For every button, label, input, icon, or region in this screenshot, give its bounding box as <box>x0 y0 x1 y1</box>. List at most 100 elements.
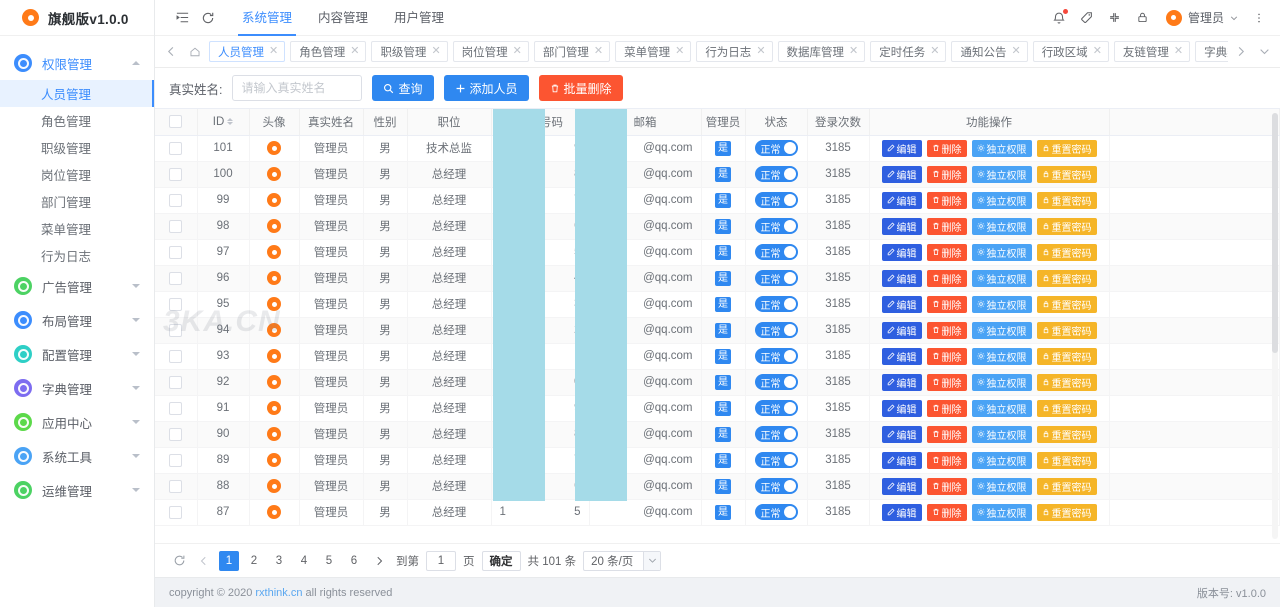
tab-人员管理[interactable]: 人员管理✕ <box>209 41 285 62</box>
op-编辑-button[interactable]: 编辑 <box>882 140 922 157</box>
tab-角色管理[interactable]: 角色管理✕ <box>290 41 366 62</box>
op-重置密码-button[interactable]: 重置密码 <box>1037 322 1097 339</box>
tab-dropdown-icon[interactable] <box>1252 36 1276 68</box>
op-独立权限-button[interactable]: 独立权限 <box>972 452 1032 469</box>
notifications-icon[interactable] <box>1046 5 1072 31</box>
status-toggle[interactable]: 正常 <box>755 296 798 312</box>
op-独立权限-button[interactable]: 独立权限 <box>972 504 1032 521</box>
app-logo[interactable]: 旗舰版v1.0.0 <box>0 0 154 36</box>
row-checkbox-cell[interactable] <box>155 369 197 395</box>
op-删除-button[interactable]: 删除 <box>927 140 967 157</box>
tab-定时任务[interactable]: 定时任务✕ <box>870 41 946 62</box>
batch-delete-button[interactable]: 批量删除 <box>539 75 623 101</box>
op-删除-button[interactable]: 删除 <box>927 322 967 339</box>
lock-icon[interactable] <box>1130 5 1156 31</box>
row-checkbox[interactable] <box>169 194 182 207</box>
op-编辑-button[interactable]: 编辑 <box>882 348 922 365</box>
sidebar-item-岗位管理[interactable]: 岗位管理 <box>0 161 154 188</box>
home-icon[interactable] <box>183 36 207 68</box>
op-重置密码-button[interactable]: 重置密码 <box>1037 478 1097 495</box>
tab-岗位管理[interactable]: 岗位管理✕ <box>453 41 529 62</box>
cell-status[interactable]: 正常 <box>745 395 807 421</box>
sidebar-group-运维管理[interactable]: 运维管理 <box>0 473 154 507</box>
cell-status[interactable]: 正常 <box>745 473 807 499</box>
tab-close-icon[interactable]: ✕ <box>513 46 522 57</box>
fullscreen-icon[interactable] <box>1102 5 1128 31</box>
chevron-down-icon[interactable] <box>643 552 660 570</box>
op-删除-button[interactable]: 删除 <box>927 374 967 391</box>
op-重置密码-button[interactable]: 重置密码 <box>1037 270 1097 287</box>
status-toggle[interactable]: 正常 <box>755 426 798 442</box>
op-删除-button[interactable]: 删除 <box>927 270 967 287</box>
op-编辑-button[interactable]: 编辑 <box>882 478 922 495</box>
sidebar-group-系统工具[interactable]: 系统工具 <box>0 439 154 473</box>
row-checkbox[interactable] <box>169 454 182 467</box>
tab-close-icon[interactable]: ✕ <box>1174 46 1183 57</box>
tab-close-icon[interactable]: ✕ <box>849 46 858 57</box>
op-独立权限-button[interactable]: 独立权限 <box>972 166 1032 183</box>
op-删除-button[interactable]: 删除 <box>927 504 967 521</box>
sidebar-group-字典管理[interactable]: 字典管理 <box>0 371 154 405</box>
table-scrollbar[interactable] <box>1272 113 1278 539</box>
op-编辑-button[interactable]: 编辑 <box>882 166 922 183</box>
op-独立权限-button[interactable]: 独立权限 <box>972 296 1032 313</box>
op-编辑-button[interactable]: 编辑 <box>882 504 922 521</box>
cell-status[interactable]: 正常 <box>745 369 807 395</box>
tab-字典类型[interactable]: 字典类型✕ <box>1195 41 1228 62</box>
row-checkbox-cell[interactable] <box>155 343 197 369</box>
search-input[interactable] <box>232 75 362 101</box>
op-编辑-button[interactable]: 编辑 <box>882 296 922 313</box>
sidebar-group-应用中心[interactable]: 应用中心 <box>0 405 154 439</box>
cell-status[interactable]: 正常 <box>745 213 807 239</box>
menu-collapse-icon[interactable] <box>169 5 195 31</box>
row-checkbox-cell[interactable] <box>155 187 197 213</box>
row-checkbox-cell[interactable] <box>155 135 197 161</box>
pagination-page-5[interactable]: 5 <box>319 551 339 571</box>
op-重置密码-button[interactable]: 重置密码 <box>1037 452 1097 469</box>
sidebar-item-行为日志[interactable]: 行为日志 <box>0 242 154 269</box>
op-删除-button[interactable]: 删除 <box>927 244 967 261</box>
row-checkbox[interactable] <box>169 142 182 155</box>
op-删除-button[interactable]: 删除 <box>927 166 967 183</box>
select-all-checkbox[interactable] <box>155 109 197 135</box>
tag-icon[interactable] <box>1074 5 1100 31</box>
pagination-page-3[interactable]: 3 <box>269 551 289 571</box>
sort-arrows-icon[interactable] <box>227 118 233 125</box>
pagination-page-1[interactable]: 1 <box>219 551 239 571</box>
tab-scroll-right-icon[interactable] <box>1228 36 1252 68</box>
row-checkbox[interactable] <box>169 220 182 233</box>
cell-status[interactable]: 正常 <box>745 421 807 447</box>
op-独立权限-button[interactable]: 独立权限 <box>972 140 1032 157</box>
row-checkbox-cell[interactable] <box>155 473 197 499</box>
row-checkbox-cell[interactable] <box>155 161 197 187</box>
op-重置密码-button[interactable]: 重置密码 <box>1037 296 1097 313</box>
pagination-prev-button[interactable] <box>194 551 214 571</box>
op-重置密码-button[interactable]: 重置密码 <box>1037 166 1097 183</box>
op-独立权限-button[interactable]: 独立权限 <box>972 218 1032 235</box>
cell-status[interactable]: 正常 <box>745 239 807 265</box>
sort-desc[interactable] <box>227 122 233 125</box>
op-重置密码-button[interactable]: 重置密码 <box>1037 374 1097 391</box>
op-独立权限-button[interactable]: 独立权限 <box>972 322 1032 339</box>
row-checkbox[interactable] <box>169 506 182 519</box>
op-独立权限-button[interactable]: 独立权限 <box>972 192 1032 209</box>
status-toggle[interactable]: 正常 <box>755 192 798 208</box>
tab-数据库管理[interactable]: 数据库管理✕ <box>778 41 866 62</box>
op-编辑-button[interactable]: 编辑 <box>882 400 922 417</box>
op-删除-button[interactable]: 删除 <box>927 218 967 235</box>
status-toggle[interactable]: 正常 <box>755 348 798 364</box>
row-checkbox-cell[interactable] <box>155 239 197 265</box>
refresh-icon[interactable] <box>169 551 189 571</box>
op-删除-button[interactable]: 删除 <box>927 426 967 443</box>
op-重置密码-button[interactable]: 重置密码 <box>1037 426 1097 443</box>
status-toggle[interactable]: 正常 <box>755 374 798 390</box>
status-toggle[interactable]: 正常 <box>755 166 798 182</box>
op-重置密码-button[interactable]: 重置密码 <box>1037 140 1097 157</box>
page-size-select[interactable]: 20 条/页 <box>583 551 661 571</box>
tab-通知公告[interactable]: 通知公告✕ <box>951 41 1027 62</box>
row-checkbox[interactable] <box>169 402 182 415</box>
tab-close-icon[interactable]: ✕ <box>350 46 359 57</box>
row-checkbox-cell[interactable] <box>155 291 197 317</box>
cell-status[interactable]: 正常 <box>745 499 807 525</box>
sidebar-item-职级管理[interactable]: 职级管理 <box>0 134 154 161</box>
